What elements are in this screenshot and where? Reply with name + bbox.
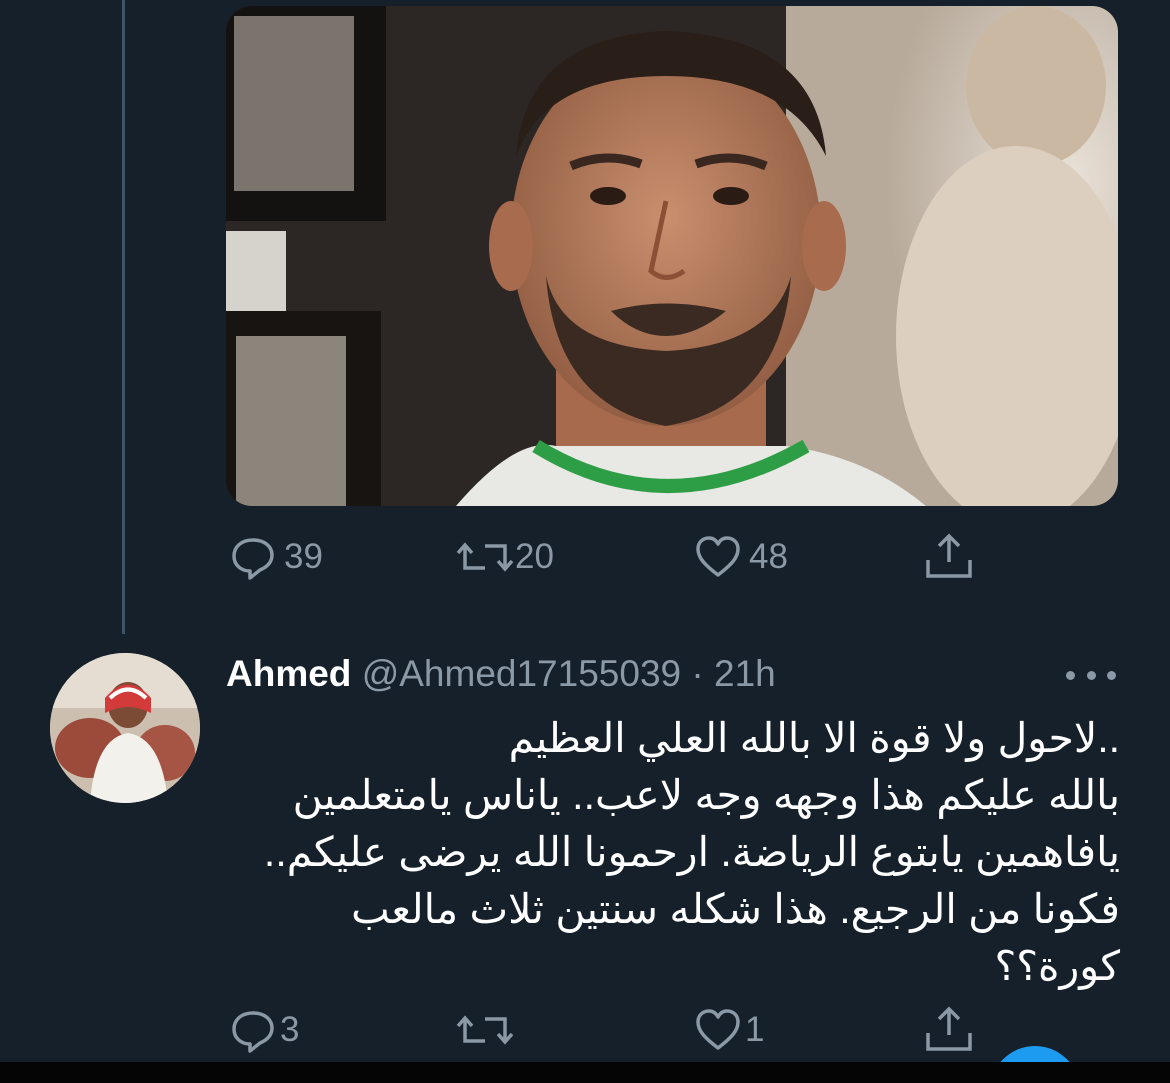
tweet-text-line: يافاهمين يابتوع الرياضة. ارحمونا الله ير… [263, 829, 1120, 875]
retweet-action[interactable] [455, 1005, 521, 1055]
avatar[interactable] [50, 653, 200, 803]
heart-icon [696, 536, 740, 577]
share-action[interactable] [922, 1005, 976, 1055]
tweet-actions: 39 20 48 [0, 532, 1170, 582]
retweet-count: 20 [515, 537, 554, 576]
retweet-action[interactable]: 20 [455, 532, 554, 582]
share-upload-icon [926, 1006, 972, 1051]
heart-icon [696, 1009, 740, 1050]
like-count: 1 [745, 1010, 765, 1049]
reply-action[interactable]: 3 [228, 1005, 299, 1055]
user-handle[interactable]: @Ahmed17155039 [362, 653, 681, 694]
share-action[interactable] [922, 532, 976, 582]
like-action[interactable]: 1 [693, 1005, 764, 1055]
tweet-text-line: كورة؟؟ [994, 943, 1120, 989]
more-dot [1107, 670, 1116, 680]
tweet-text-line: ..لاحول ولا قوة الا بالله العلي العظيم [508, 715, 1120, 761]
tweet-text-line: بالله عليكم هذا وجهه وجه لاعب.. ياناس يا… [292, 772, 1120, 818]
share-upload-icon [926, 533, 972, 578]
tweet-text-line: فكونا من الرجيع. هذا شكله سنتين ثلاث مال… [351, 886, 1120, 932]
avatar-photo [50, 653, 200, 803]
screen-bottom-bar [0, 1062, 1170, 1083]
speech-bubble-icon [232, 538, 274, 580]
like-count: 48 [749, 537, 788, 576]
tweet-text: ..لاحول ولا قوة الا بالله العلي العظيم ب… [250, 710, 1120, 995]
display-name[interactable]: Ahmed [226, 653, 351, 694]
like-action[interactable]: 48 [693, 532, 788, 582]
more-dot [1066, 670, 1075, 680]
tweet-media-photo[interactable] [226, 6, 1118, 506]
reply-header: Ahmed @Ahmed17155039 · 21h [226, 648, 776, 700]
reply-actions: 3 1 [0, 1005, 1170, 1055]
header-separator: · [681, 653, 714, 694]
more-dots-icon[interactable] [1066, 660, 1116, 690]
tweet-thread: 39 20 48 Ahmed @Ahmed17155039 · 21h ..لا… [0, 0, 1170, 1062]
retweet-arrows-icon [456, 1015, 514, 1045]
retweet-arrows-icon [456, 542, 514, 572]
speech-bubble-icon [232, 1011, 274, 1053]
photo-illustration [226, 6, 1118, 506]
more-dot [1086, 670, 1096, 680]
reply-action[interactable]: 39 [228, 532, 323, 582]
reply-count: 39 [284, 537, 323, 576]
tweet-time[interactable]: 21h [714, 653, 776, 694]
reply-count: 3 [280, 1010, 300, 1049]
